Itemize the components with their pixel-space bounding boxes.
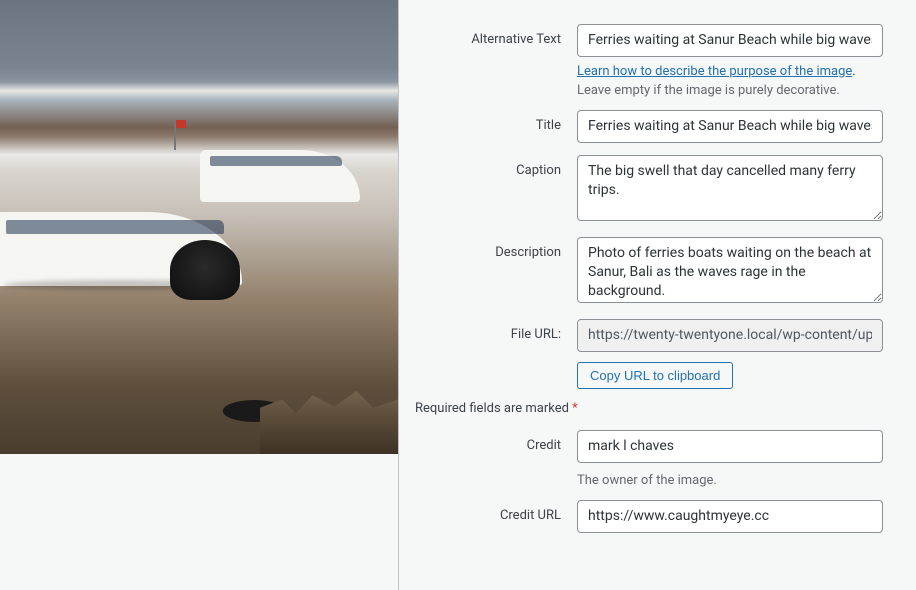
alt-text-empty-hint: Leave empty if the image is purely decor… (577, 83, 883, 98)
caption-label: Caption (415, 155, 577, 178)
description-label: Description (415, 237, 577, 260)
caption-textarea[interactable] (577, 155, 883, 221)
alt-text-help-link[interactable]: Learn how to describe the purpose of the… (577, 64, 852, 79)
title-label: Title (415, 110, 577, 133)
title-input[interactable] (577, 110, 883, 143)
alt-text-label: Alternative Text (415, 24, 577, 47)
credit-url-input[interactable] (577, 500, 883, 533)
alt-text-help-period: . (852, 64, 855, 79)
copy-url-button[interactable]: Copy URL to clipboard (577, 362, 733, 389)
image-detail-flag (174, 120, 176, 150)
required-fields-note: Required fields are marked * (415, 401, 900, 416)
attachment-details-panel: Alternative Text Learn how to describe t… (398, 0, 916, 590)
attachment-preview-pane (0, 0, 398, 590)
credit-label: Credit (415, 430, 577, 453)
image-detail-rocks (260, 384, 398, 454)
description-textarea[interactable] (577, 237, 883, 303)
alt-text-input[interactable] (577, 24, 883, 57)
attachment-image-preview (0, 0, 398, 454)
required-asterisk: * (572, 401, 578, 416)
image-detail-motor (170, 240, 240, 300)
required-fields-text: Required fields are marked (415, 401, 572, 416)
file-url-input[interactable] (577, 319, 883, 352)
credit-help-text: The owner of the image. (577, 473, 883, 488)
credit-input[interactable] (577, 430, 883, 463)
image-detail-boat (200, 150, 360, 202)
credit-url-label: Credit URL (415, 500, 577, 523)
file-url-label: File URL: (415, 319, 577, 342)
